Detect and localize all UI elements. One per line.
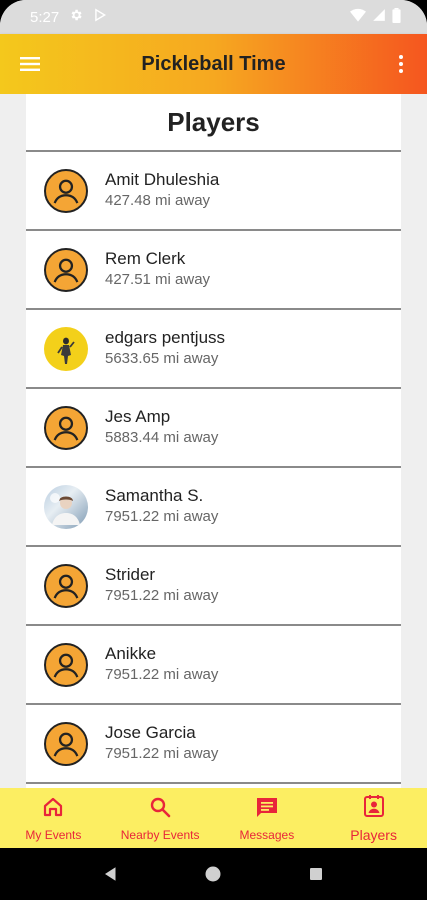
default-user-icon — [44, 247, 88, 292]
chat-icon — [255, 795, 279, 824]
player-info: Amit Dhuleshia 427.48 mi away — [105, 170, 219, 211]
player-row[interactable]: Jes Amp 5883.44 mi away — [26, 389, 401, 468]
nav-my-events[interactable]: My Events — [0, 788, 107, 848]
status-bar: 5:27 — [0, 0, 427, 34]
player-row[interactable]: edgars pentjuss 5633.65 mi away — [26, 310, 401, 389]
system-nav — [0, 848, 427, 900]
status-time: 5:27 — [30, 8, 60, 26]
player-info: Rem Clerk 427.51 mi away — [105, 249, 210, 290]
player-row[interactable]: Anikke 7951.22 mi away — [26, 626, 401, 705]
player-name: Anikke — [105, 644, 157, 663]
player-distance: 5633.65 mi away — [105, 350, 219, 367]
recents-icon[interactable] — [304, 862, 328, 886]
player-info: Strider 7951.22 mi away — [105, 565, 218, 606]
nav-nearby-events[interactable]: Nearby Events — [107, 788, 214, 848]
search-icon — [148, 795, 172, 824]
default-user-icon — [44, 168, 88, 213]
play-store-icon — [93, 8, 107, 26]
nav-label: Players — [350, 826, 397, 843]
player-info: Jose Garcia 7951.22 mi away — [105, 723, 218, 764]
app-bar: Pickleball Time — [0, 34, 427, 94]
battery-icon — [392, 7, 401, 27]
nav-label: Messages — [239, 827, 295, 842]
default-user-icon — [44, 642, 88, 687]
player-info: Anikke 7951.22 mi away — [105, 644, 218, 685]
hamburger-menu-icon[interactable] — [18, 52, 42, 76]
player-distance: 427.48 mi away — [105, 192, 211, 209]
nav-messages[interactable]: Messages — [214, 788, 321, 848]
player-name: Amit Dhuleshia — [105, 170, 220, 189]
default-user-icon — [44, 563, 88, 608]
signal-icon — [372, 8, 386, 26]
player-name: Strider — [105, 565, 156, 584]
contact-card-icon — [362, 794, 386, 823]
player-name: edgars pentjuss — [105, 328, 226, 347]
player-photo — [44, 326, 88, 371]
wifi-icon — [350, 8, 366, 26]
gear-icon — [69, 8, 83, 26]
players-panel: Players Amit Dhuleshia 427.48 mi away Re… — [26, 94, 401, 788]
player-row[interactable]: Samantha S. 7951.22 mi away — [26, 468, 401, 547]
player-info: edgars pentjuss 5633.65 mi away — [105, 328, 225, 369]
player-row[interactable]: Strider 7951.22 mi away — [26, 547, 401, 626]
more-vert-icon[interactable] — [389, 52, 413, 76]
nav-players[interactable]: Players — [320, 788, 427, 848]
default-user-icon — [44, 405, 88, 450]
bottom-nav: My Events Nearby Events Messages Players — [0, 788, 427, 848]
home-icon — [41, 795, 65, 824]
player-distance: 7951.22 mi away — [105, 508, 219, 525]
page-title: Players — [26, 94, 401, 152]
player-distance: 7951.22 mi away — [105, 745, 219, 762]
player-name: Rem Clerk — [105, 249, 186, 268]
player-row[interactable]: Rem Clerk 427.51 mi away — [26, 231, 401, 310]
back-icon[interactable] — [99, 862, 123, 886]
player-distance: 7951.22 mi away — [105, 587, 219, 604]
player-row[interactable]: Amit Dhuleshia 427.48 mi away — [26, 152, 401, 231]
app-title: Pickleball Time — [141, 52, 286, 75]
status-right — [350, 7, 401, 27]
status-left: 5:27 — [30, 8, 107, 26]
player-name: Jes Amp — [105, 407, 171, 426]
player-distance: 427.51 mi away — [105, 271, 211, 288]
player-row[interactable]: Jose Garcia 7951.22 mi away — [26, 705, 401, 784]
default-user-icon — [44, 721, 88, 766]
player-name: Samantha S. — [105, 486, 204, 505]
player-info: Jes Amp 5883.44 mi away — [105, 407, 218, 448]
nav-label: My Events — [25, 827, 82, 842]
player-name: Jose Garcia — [105, 723, 196, 742]
player-photo — [44, 484, 88, 529]
home-circle-icon[interactable] — [201, 862, 225, 886]
player-distance: 7951.22 mi away — [105, 666, 219, 683]
player-distance: 5883.44 mi away — [105, 429, 219, 446]
player-info: Samantha S. 7951.22 mi away — [105, 486, 218, 527]
app-screen: 5:27 Pickleball Time Players Amit Dhules… — [0, 0, 427, 900]
nav-label: Nearby Events — [120, 827, 200, 842]
content-area: Players Amit Dhuleshia 427.48 mi away Re… — [0, 94, 427, 788]
